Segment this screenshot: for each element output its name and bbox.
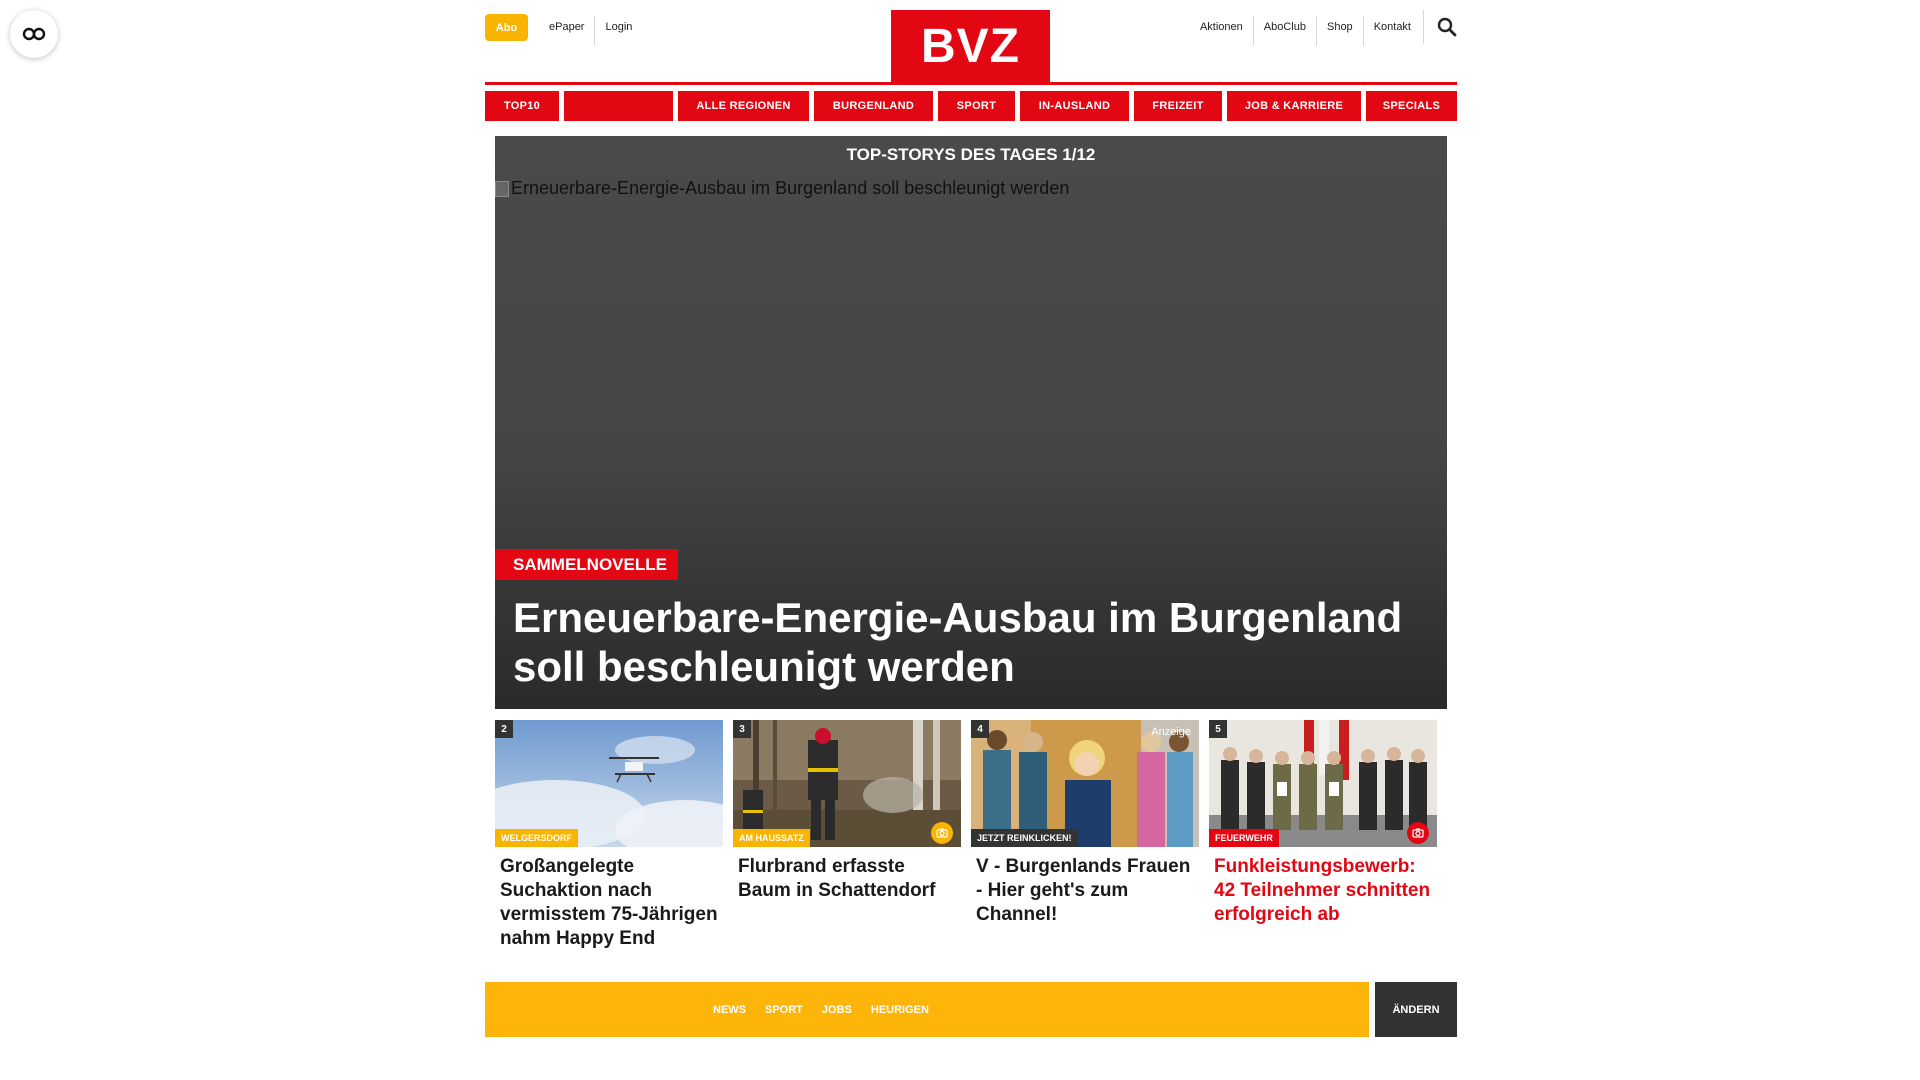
quicklink-heurigen[interactable]: HEURIGEN [871,1004,929,1016]
story-card[interactable]: 4 Anzeige JETZT REINKLICKEN! V - Burgenl… [971,720,1199,951]
search-icon [1437,17,1457,37]
login-link[interactable]: Login [594,16,642,46]
story-rank: 5 [1209,720,1227,738]
drone-photo [495,720,723,847]
story-title[interactable]: V - Burgenlands Frauen - Hier geht's zum… [971,847,1199,927]
quicklink-jobs[interactable]: JOBS [822,1004,852,1016]
story-thumbnail[interactable]: 5 FEUERWEHR [1209,720,1437,847]
firefighter-photo [733,720,961,847]
region-quicklinks-bar: NEWS SPORT JOBS HEURIGEN [485,982,1369,1037]
nav-item-burgenland[interactable]: BURGENLAND [814,91,933,121]
hero-category-tag: SAMMELNOVELLE [495,549,678,580]
top-stories-heading: TOP-STORYS DES TAGES 1/12 [846,145,1096,164]
camera-icon [1407,822,1429,844]
nav-item-sport[interactable]: SPORT [938,91,1015,121]
story-title[interactable]: Funkleistungsbewerb: 42 Teilnehmer schni… [1209,847,1437,927]
story-thumbnail[interactable]: 3 AM HAUSSATZ [733,720,961,847]
story-thumbnail[interactable]: 2 WELGERSDORF [495,720,723,847]
story-location-tag: WELGERSDORF [495,829,578,847]
kontakt-link[interactable]: Kontakt [1362,16,1421,46]
nav-item-empty[interactable] [564,91,673,121]
epaper-link[interactable]: ePaper [539,16,594,46]
nav-item-specials[interactable]: SPECIALS [1366,91,1457,121]
story-promo-tag: JETZT REINKLICKEN! [971,829,1078,847]
header-divider [485,82,1457,85]
story-thumbnail[interactable]: 4 Anzeige JETZT REINKLICKEN! [971,720,1199,847]
hero-headline[interactable]: Erneuerbare-Energie-Ausbau im Burgenland… [513,593,1413,691]
search-button[interactable] [1423,10,1457,44]
shop-link[interactable]: Shop [1315,16,1363,46]
top-story-hero[interactable]: TOP-STORYS DES TAGES 1/12 Erneuerbare-En… [495,136,1447,709]
story-card[interactable]: 5 FEUERWEHR Funkleistungsbewerb: 42 Teil… [1209,720,1437,951]
story-rank: 2 [495,720,513,738]
nav-item-top10[interactable]: TOP10 [485,91,559,121]
top-links-left: ePaper Login [539,16,642,46]
glasses-icon [22,27,46,41]
reader-mode-button[interactable] [10,10,58,58]
story-title[interactable]: Großangelegte Suchaktion nach vermisstem… [495,847,723,951]
quicklink-news[interactable]: NEWS [713,1004,746,1016]
quicklink-sport[interactable]: SPORT [765,1004,803,1016]
broken-image-icon [495,180,509,197]
fire-brigade-group-photo [1209,720,1437,847]
story-title[interactable]: Flurbrand erfasste Baum in Schattendorf [733,847,961,903]
site-logo[interactable]: BVZ [891,10,1050,83]
nav-item-freizeit[interactable]: FREIZEIT [1134,91,1222,121]
aboclub-link[interactable]: AboClub [1252,16,1316,46]
nav-item-job-karriere[interactable]: JOB & KARRIERE [1227,91,1361,121]
story-location-tag: AM HAUSSATZ [733,829,810,847]
story-rank: 3 [733,720,751,738]
story-rank: 4 [971,720,989,738]
ad-label: Anzeige [1151,726,1191,738]
aktionen-link[interactable]: Aktionen [1190,16,1253,46]
main-nav: TOP10 ALLE REGIONEN BURGENLAND SPORT IN-… [485,91,1457,121]
abo-button[interactable]: Abo [485,14,528,41]
hero-image[interactable]: Erneuerbare-Energie-Ausbau im Burgenland… [495,178,1069,199]
page-container: Abo ePaper Login BVZ Aktionen AboClub Sh… [485,0,1457,1037]
story-category-tag: FEUERWEHR [1209,829,1279,847]
story-cards: 2 WELGERSDORF Großangelegte Suchaktion n… [495,720,1447,951]
story-card[interactable]: 3 AM HAUSSATZ Flurbrand erfasste Baum in… [733,720,961,951]
site-header: Abo ePaper Login BVZ Aktionen AboClub Sh… [485,0,1457,86]
change-region-button[interactable]: ÄNDERN [1375,982,1457,1037]
top-links-right: Aktionen AboClub Shop Kontakt [1190,16,1421,46]
nav-item-alle-regionen[interactable]: ALLE REGIONEN [678,91,809,121]
hero-image-alt: Erneuerbare-Energie-Ausbau im Burgenland… [511,178,1070,198]
women-channel-photo [971,720,1199,847]
camera-icon [931,822,953,844]
story-card[interactable]: 2 WELGERSDORF Großangelegte Suchaktion n… [495,720,723,951]
nav-item-in-ausland[interactable]: IN-AUSLAND [1020,91,1129,121]
